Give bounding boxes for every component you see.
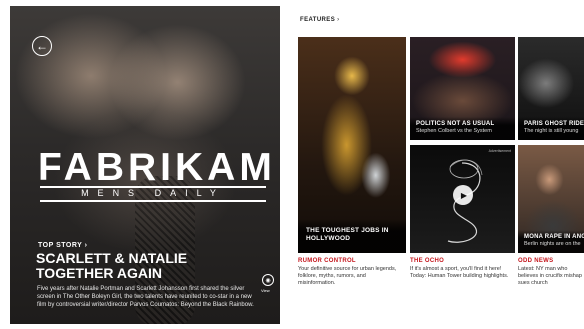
hero-headline-line2: TOGETHER AGAIN	[36, 265, 163, 281]
tile-subtitle: The night is still young	[524, 128, 579, 134]
view-button[interactable]: ◉	[262, 274, 274, 286]
chevron-right-icon: ›	[337, 17, 340, 23]
tile-title: POLITICS NOT AS USUAL	[416, 121, 495, 127]
hero-headline-line1: SCARLETT & NATALIE	[36, 250, 188, 266]
hero-blurb: Five years after Natalie Portman and Sca…	[37, 286, 254, 308]
tile-caption: PARIS GHOST RIDERS The night is still yo…	[518, 117, 584, 140]
section-description: Latest: NY man who believes in crucifix …	[518, 266, 582, 286]
view-label: View	[261, 288, 270, 293]
features-heading[interactable]: FEATURES ›	[300, 17, 340, 23]
tile-caption: MONA RAPE IN ANG Berlin nights are on th…	[518, 230, 584, 253]
hero-headline[interactable]: SCARLETT & NATALIE TOGETHER AGAIN	[36, 251, 236, 281]
features-title: FEATURES	[300, 17, 336, 23]
section-title: THE OCHO	[410, 258, 445, 264]
back-arrow-icon: ←	[36, 39, 48, 53]
section-title: ODD NEWS	[518, 258, 554, 264]
play-icon: ▶	[460, 190, 468, 200]
section-odd-news[interactable]: ODD NEWS Latest: NY man who believes in …	[518, 258, 582, 287]
section-rumor-control[interactable]: RUMOR CONTROL Your definitive source for…	[298, 258, 404, 287]
brand-rule-bottom	[40, 200, 266, 202]
feature-tile-odd-news[interactable]: MONA RAPE IN ANG Berlin nights are on th…	[518, 145, 584, 253]
tile-caption: THE TOUGHEST JOBS IN HOLLYWOOD	[298, 219, 406, 253]
tile-subtitle: Stephen Colbert vs the System	[416, 128, 492, 134]
tile-title: PARIS GHOST RIDERS	[524, 121, 584, 127]
tile-subtitle: Berlin nights are on the	[524, 241, 581, 247]
tile-title: THE TOUGHEST JOBS IN	[306, 227, 389, 234]
back-button[interactable]: ←	[32, 36, 52, 56]
tile-title-line2: HOLLYWOOD	[306, 235, 351, 242]
brand-subtitle: MENS DAILY	[81, 188, 225, 198]
advertisement-badge: Advertisement	[488, 149, 511, 153]
feature-tile-politics[interactable]: POLITICS NOT AS USUAL Stephen Colbert vs…	[410, 37, 515, 140]
feature-tile-video[interactable]: Advertisement ▶	[410, 145, 515, 253]
tile-title: MONA RAPE IN ANG	[524, 234, 584, 240]
feature-tile-toughest-jobs[interactable]: THE TOUGHEST JOBS IN HOLLYWOOD	[298, 37, 406, 253]
top-story-label[interactable]: TOP STORY ›	[38, 242, 87, 249]
feature-tile-paris-ghost-riders[interactable]: PARIS GHOST RIDERS The night is still yo…	[518, 37, 584, 140]
section-the-ocho[interactable]: THE OCHO If it's almost a sport, you'll …	[410, 258, 514, 280]
section-description: If it's almost a sport, you'll find it h…	[410, 266, 509, 279]
section-description: Your definitive source for urban legends…	[298, 266, 397, 286]
hero-story[interactable]: ← FABRIKAM MENS DAILY TOP STORY › SCARLE…	[10, 6, 280, 324]
play-button[interactable]: ▶	[453, 185, 473, 205]
eye-icon: ◉	[265, 277, 271, 284]
section-title: RUMOR CONTROL	[298, 258, 356, 264]
tile-caption: POLITICS NOT AS USUAL Stephen Colbert vs…	[410, 117, 515, 140]
brand-title: FABRIKAM	[38, 146, 276, 189]
